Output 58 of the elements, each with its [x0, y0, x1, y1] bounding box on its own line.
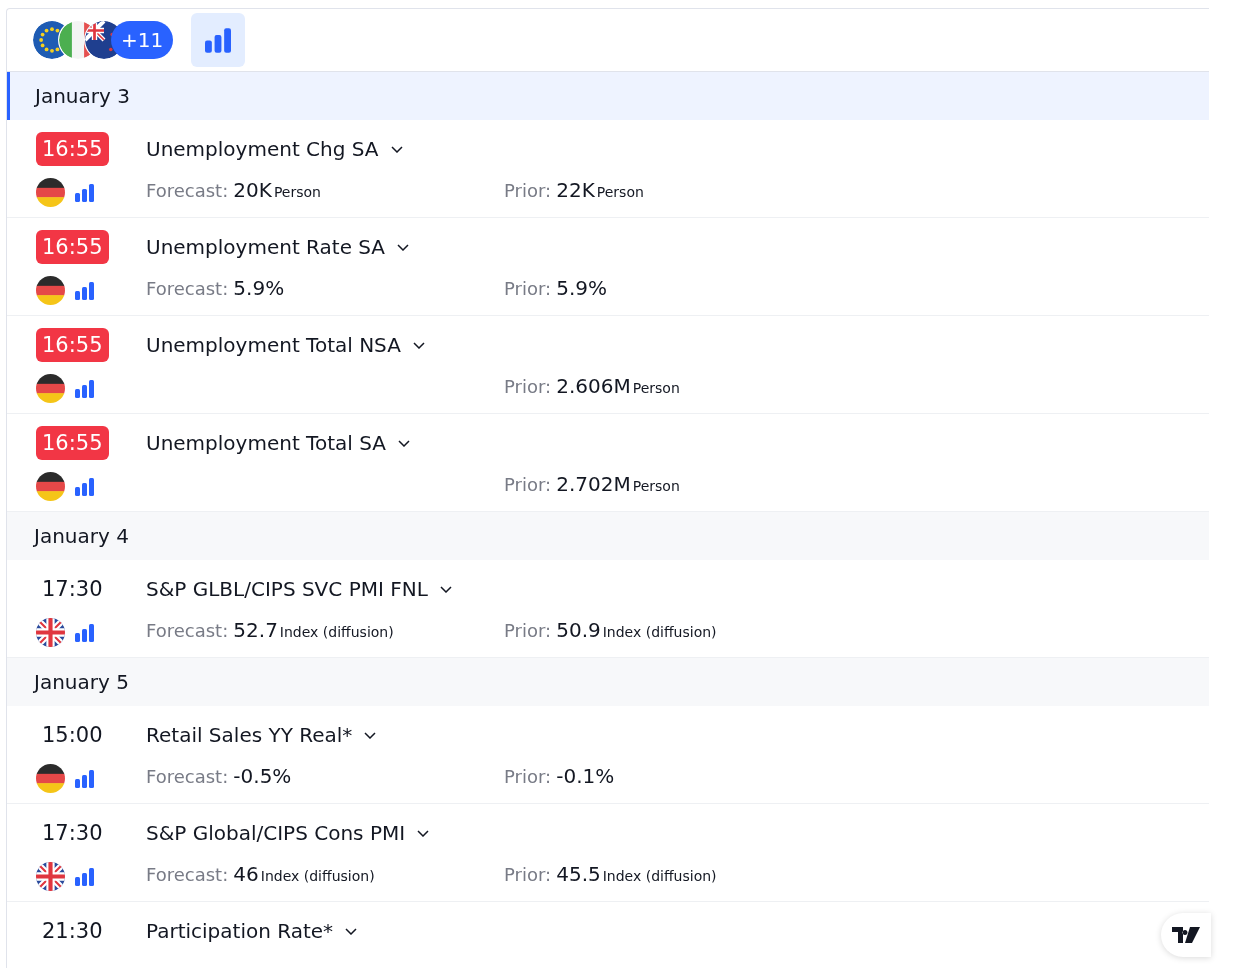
germany-flag-icon: [36, 374, 65, 403]
event-time: 15:00: [41, 722, 104, 749]
germany-flag-icon: [36, 472, 65, 501]
prior-value: Prior: 45.5 Index (diffusion): [504, 862, 718, 886]
logo-icon: [1172, 927, 1200, 943]
chevron-down-icon: [417, 829, 430, 837]
chevron-down-icon: [364, 731, 377, 739]
germany-flag-icon: [36, 178, 65, 207]
prior-value: Prior: 2.702M Person: [504, 472, 681, 496]
event-time: 16:55: [36, 132, 109, 166]
event-name-button[interactable]: Unemployment Chg SA: [146, 132, 403, 166]
event-name-button[interactable]: Participation Rate*: [146, 914, 358, 948]
bar-chart-icon: [75, 867, 94, 886]
event-name-button[interactable]: Unemployment Total NSA: [146, 328, 425, 362]
chevron-down-icon: [439, 585, 452, 593]
forecast-value: Forecast: 5.9%: [146, 276, 286, 300]
event-name-button[interactable]: Retail Sales YY Real*: [146, 718, 377, 752]
chevron-down-icon: [397, 439, 410, 447]
bar-chart-icon: [75, 623, 94, 642]
bar-chart-icon: [205, 27, 232, 53]
chevron-down-icon: [412, 341, 425, 349]
uk-flag-icon: [36, 862, 65, 891]
event-time: 16:55: [36, 230, 109, 264]
importance-filter-button[interactable]: [191, 13, 246, 67]
forecast-value: Forecast: 20K Person: [146, 178, 322, 202]
chevron-down-icon: [397, 243, 410, 251]
forecast-value: Forecast: -0.5%: [146, 764, 293, 788]
prior-value: Prior: -0.1%: [504, 764, 616, 788]
uk-flag-icon: [36, 618, 65, 647]
prior-value: Prior: 2.606M Person: [504, 374, 681, 398]
bar-chart-icon: [75, 477, 94, 496]
day-heading: January 4: [7, 512, 1209, 560]
bar-chart-icon: [75, 183, 94, 202]
event-name-button[interactable]: S&P Global/CIPS Cons PMI: [146, 816, 430, 850]
event-time: 16:55: [36, 328, 109, 362]
event-time: 17:30: [41, 576, 104, 603]
event-time: 21:30: [41, 918, 104, 945]
event-name-button[interactable]: S&P GLBL/CIPS SVC PMI FNL: [146, 572, 452, 606]
forecast-value: Forecast: 46 Index (diffusion): [146, 862, 376, 886]
day-heading: January 3: [7, 72, 1209, 120]
prior-value: Prior: 22K Person: [504, 178, 645, 202]
chevron-down-icon: [390, 145, 403, 153]
bar-chart-icon: [75, 769, 94, 788]
chevron-down-icon: [345, 927, 358, 935]
event-name-button[interactable]: Unemployment Rate SA: [146, 230, 410, 264]
more-countries-button[interactable]: +11: [111, 21, 174, 59]
prior-value: Prior: 5.9%: [504, 276, 608, 300]
event-time: 16:55: [36, 426, 109, 460]
bar-chart-icon: [75, 379, 94, 398]
bar-chart-icon: [75, 281, 94, 300]
day-heading: January 5: [7, 658, 1209, 706]
event-time: 17:30: [41, 820, 104, 847]
event-name-button[interactable]: Unemployment Total SA: [146, 426, 410, 460]
germany-flag-icon: [36, 764, 65, 793]
forecast-value: Forecast: 52.7 Index (diffusion): [146, 618, 395, 642]
prior-value: Prior: 50.9 Index (diffusion): [504, 618, 718, 642]
germany-flag-icon: [36, 276, 65, 305]
logo-button[interactable]: [1161, 913, 1211, 957]
